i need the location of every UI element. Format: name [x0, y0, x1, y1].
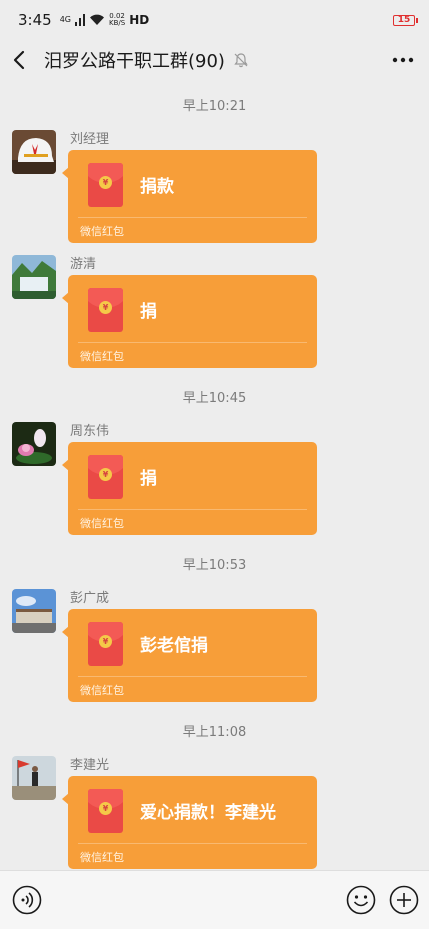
red-packet-message: 彭老倌捐	[140, 636, 208, 656]
message-timestamp: 早上10:53	[182, 558, 247, 573]
avatar[interactable]	[12, 255, 56, 299]
emoji-button[interactable]	[346, 885, 376, 915]
sender-name: 刘经理	[70, 132, 110, 147]
sender-name: 游清	[70, 257, 97, 272]
red-packet-label: 微信红包	[80, 684, 124, 697]
red-packet-message: 捐	[140, 302, 157, 322]
divider	[78, 217, 307, 218]
message-timestamp: 早上11:08	[182, 725, 247, 740]
red-packet-icon: ¥	[88, 455, 123, 499]
sender-name: 彭广成	[70, 591, 110, 606]
battery-icon: 15	[393, 14, 418, 26]
back-button[interactable]	[12, 40, 36, 80]
back-arrow-icon	[13, 50, 25, 70]
divider	[78, 676, 307, 677]
avatar-cap-image	[12, 130, 56, 174]
red-packet-bubble[interactable]: ¥ 捐款 微信红包	[62, 150, 317, 243]
red-packet-message: 爱心捐款！李建光	[140, 803, 276, 823]
avatar[interactable]	[12, 589, 56, 633]
red-packet-icon: ¥	[88, 288, 123, 332]
divider	[78, 843, 307, 844]
message-timestamp: 早上10:45	[182, 391, 247, 406]
voice-input-button[interactable]	[12, 885, 42, 915]
avatar[interactable]	[12, 422, 56, 466]
more-icon	[392, 57, 414, 63]
avatar[interactable]	[12, 130, 56, 174]
net-speed: 0.02 KB/S	[109, 13, 125, 27]
red-packet-icon: ¥	[88, 789, 123, 833]
avatar-lotus-image	[12, 422, 56, 466]
divider	[78, 509, 307, 510]
signal-icon	[74, 14, 85, 26]
divider	[78, 342, 307, 343]
status-time: 3:45	[18, 11, 52, 29]
chat-title: 汨罗公路干职工群(90)	[44, 51, 225, 72]
status-bar: 3:45 4G 0.02 KB/S HD 15	[0, 0, 429, 40]
title-bar: 汨罗公路干职工群(90)	[0, 40, 429, 80]
avatar-person-flag-image	[12, 756, 56, 800]
red-packet-label: 微信红包	[80, 517, 124, 530]
more-functions-button[interactable]	[389, 885, 419, 915]
sender-name: 李建光	[70, 758, 110, 773]
sender-name: 周东伟	[70, 424, 110, 439]
red-packet-label: 微信红包	[80, 225, 124, 238]
avatar[interactable]	[12, 756, 56, 800]
mute-bell-icon	[233, 52, 249, 68]
red-packet-bubble[interactable]: ¥ 彭老倌捐 微信红包	[62, 609, 317, 702]
emoji-icon	[346, 885, 376, 915]
red-packet-bubble[interactable]: ¥ 捐 微信红包	[62, 442, 317, 535]
red-packet-label: 微信红包	[80, 350, 124, 363]
red-packet-label: 微信红包	[80, 851, 124, 864]
more-options-button[interactable]	[389, 40, 417, 80]
voice-icon	[12, 885, 42, 915]
avatar-waterfall-image	[12, 255, 56, 299]
signal-label: 4G	[59, 15, 71, 24]
net-speed-unit: KB/S	[108, 19, 126, 27]
hd-label: HD	[129, 13, 150, 27]
battery-level: 15	[397, 15, 411, 25]
plus-icon	[389, 885, 419, 915]
red-packet-message: 捐款	[140, 177, 174, 197]
red-packet-message: 捐	[140, 469, 157, 489]
wifi-icon	[89, 14, 104, 25]
status-icons: 4G 0.02 KB/S HD	[59, 13, 150, 28]
message-timestamp: 早上10:21	[182, 99, 247, 114]
red-packet-bubble[interactable]: ¥ 爱心捐款！李建光 微信红包	[62, 776, 317, 869]
red-packet-bubble[interactable]: ¥ 捐 微信红包	[62, 275, 317, 368]
avatar-building-image	[12, 589, 56, 633]
red-packet-icon: ¥	[88, 622, 123, 666]
input-toolbar	[0, 870, 429, 929]
red-packet-icon: ¥	[88, 163, 123, 207]
